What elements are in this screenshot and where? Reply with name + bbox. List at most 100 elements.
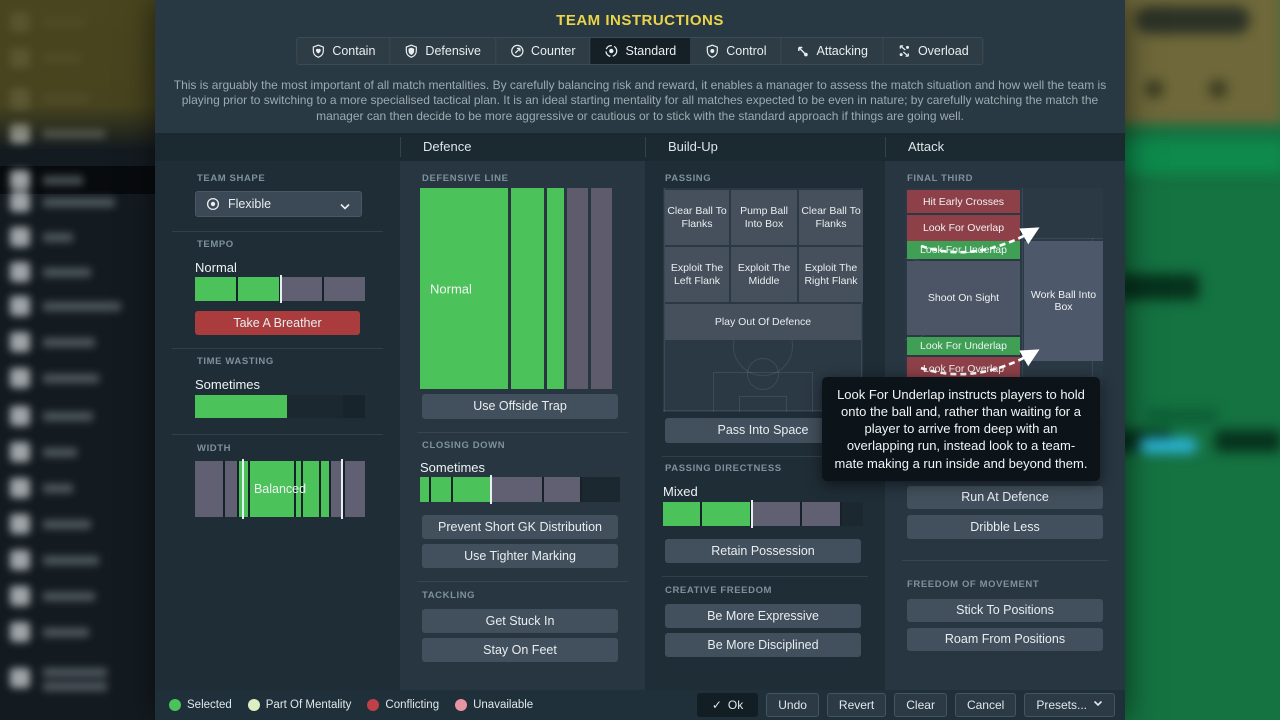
team-column: TEAM SHAPE Flexible TEMPO Normal: [155, 161, 400, 690]
ok-label: Ok: [728, 694, 743, 716]
time-wasting-bar[interactable]: [195, 395, 365, 418]
width-value: Balanced: [195, 461, 365, 517]
attack-header: Attack: [908, 139, 944, 154]
zone-play-out-of-defence[interactable]: Play Out Of Defence: [665, 304, 861, 340]
tab-defensive[interactable]: Defensive: [390, 38, 496, 64]
zone-clear-ball-left[interactable]: Clear Ball To Flanks: [665, 190, 729, 245]
tempo-bar[interactable]: [195, 277, 365, 301]
conflicting-dot-icon: [367, 699, 379, 711]
screen: TEAM INSTRUCTIONS Contain Defensive Coun…: [0, 0, 1280, 720]
defensive-line-value: Normal: [430, 281, 472, 296]
ok-button[interactable]: ✓ Ok: [697, 693, 758, 717]
unavailable-dot-icon: [455, 699, 467, 711]
retain-possession-button[interactable]: Retain Possession: [665, 539, 861, 563]
zone-look-for-underlap-bottom[interactable]: Look For Underlap: [907, 337, 1020, 355]
zone-exploit-middle[interactable]: Exploit The Middle: [731, 247, 797, 302]
defensive-line-label: DEFENSIVE LINE: [422, 173, 509, 184]
tab-contain[interactable]: Contain: [297, 38, 390, 64]
defensive-icon: [404, 44, 418, 58]
pitch-blur: [1125, 0, 1280, 720]
control-icon: [705, 44, 719, 58]
zone-shoot-on-sight[interactable]: Shoot On Sight: [907, 261, 1020, 335]
presets-button[interactable]: Presets...: [1024, 693, 1115, 717]
tab-standard[interactable]: Standard: [590, 38, 691, 64]
zone-work-ball-into-box[interactable]: Work Ball Into Box: [1024, 241, 1103, 361]
use-tighter-marking-button[interactable]: Use Tighter Marking: [422, 544, 618, 568]
tab-label: Overload: [918, 44, 969, 58]
run-at-defence-button[interactable]: Run At Defence: [907, 486, 1103, 509]
mentality-tabs: Contain Defensive Counter Standard: [296, 37, 983, 65]
overload-icon: [897, 44, 911, 58]
team-shape-dropdown[interactable]: Flexible: [195, 191, 362, 217]
attacking-icon: [796, 44, 810, 58]
width-bar[interactable]: Balanced: [195, 461, 365, 517]
team-shape-icon: [206, 197, 220, 211]
tab-attacking[interactable]: Attacking: [782, 38, 883, 64]
legend-part-of-mentality: Part Of Mentality: [248, 699, 352, 711]
contain-icon: [311, 44, 325, 58]
stick-to-positions-button[interactable]: Stick To Positions: [907, 599, 1103, 622]
revert-button[interactable]: Revert: [827, 693, 886, 717]
sidebar-top-tint: [0, 0, 155, 150]
creative-freedom-label: CREATIVE FREEDOM: [665, 585, 772, 596]
closing-down-bar[interactable]: [420, 477, 620, 502]
freedom-of-movement-label: FREEDOM OF MOVEMENT: [907, 579, 1039, 590]
be-more-expressive-button[interactable]: Be More Expressive: [665, 604, 861, 628]
take-a-breather-button[interactable]: Take A Breather: [195, 311, 360, 335]
defence-column: DEFENSIVE LINE Normal Use Offside Trap C…: [400, 161, 645, 690]
passing-directness-bar[interactable]: [663, 502, 863, 526]
zone-hit-early-crosses[interactable]: Hit Early Crosses: [907, 190, 1020, 213]
build-up-header: Build-Up: [668, 139, 718, 154]
be-more-disciplined-button[interactable]: Be More Disciplined: [665, 633, 861, 657]
dribble-less-button[interactable]: Dribble Less: [907, 515, 1103, 539]
legend-unavailable: Unavailable: [455, 699, 533, 711]
standard-icon: [604, 44, 618, 58]
background-pitch: [1125, 0, 1280, 720]
closing-down-value: Sometimes: [420, 460, 485, 475]
mentality-description: This is arguably the most important of a…: [170, 78, 1110, 124]
tab-label: Standard: [625, 44, 676, 58]
zone-exploit-left[interactable]: Exploit The Left Flank: [665, 247, 729, 302]
passing-label: PASSING: [665, 173, 711, 184]
defensive-line-chart[interactable]: Normal: [420, 188, 618, 389]
get-stuck-in-button[interactable]: Get Stuck In: [422, 609, 618, 633]
tab-label: Contain: [332, 44, 375, 58]
selected-dot-icon: [169, 699, 181, 711]
closing-down-label: CLOSING DOWN: [422, 440, 505, 451]
zone-clear-ball-right[interactable]: Clear Ball To Flanks: [799, 190, 863, 245]
chevron-down-icon: [1093, 694, 1103, 716]
time-wasting-label: TIME WASTING: [197, 356, 274, 367]
use-offside-trap-button[interactable]: Use Offside Trap: [422, 394, 618, 419]
prevent-short-gk-button[interactable]: Prevent Short GK Distribution: [422, 515, 618, 539]
look-for-underlap-tooltip: Look For Underlap instructs players to h…: [822, 377, 1100, 481]
tab-control[interactable]: Control: [691, 38, 781, 64]
tab-label: Defensive: [425, 44, 481, 58]
tab-counter[interactable]: Counter: [496, 38, 590, 64]
column-headers: Defence Build-Up Attack: [155, 133, 1125, 161]
team-instructions-dialog: TEAM INSTRUCTIONS Contain Defensive Coun…: [155, 0, 1125, 720]
passing-directness-label: PASSING DIRECTNESS: [665, 463, 782, 474]
tempo-value: Normal: [195, 260, 237, 275]
zone-pump-ball[interactable]: Pump Ball Into Box: [731, 190, 797, 245]
cancel-button[interactable]: Cancel: [955, 693, 1016, 717]
zone-look-for-overlap-top[interactable]: Look For Overlap: [907, 215, 1020, 241]
legend-conflicting: Conflicting: [367, 699, 439, 711]
tab-overload[interactable]: Overload: [883, 38, 983, 64]
dialog-footer: Selected Part Of Mentality Conflicting U…: [155, 690, 1125, 720]
zone-exploit-right[interactable]: Exploit The Right Flank: [799, 247, 863, 302]
passing-zones-row1: Clear Ball To Flanks Pump Ball Into Box …: [665, 190, 863, 245]
tempo-label: TEMPO: [197, 239, 234, 250]
tackling-label: TACKLING: [422, 590, 475, 601]
tab-label: Counter: [531, 44, 575, 58]
legend-label: Conflicting: [385, 699, 439, 711]
stay-on-feet-button[interactable]: Stay On Feet: [422, 638, 618, 662]
clear-button[interactable]: Clear: [894, 693, 947, 717]
legend: Selected Part Of Mentality Conflicting U…: [169, 690, 533, 720]
zone-look-for-underlap-top[interactable]: Look For Underlap: [907, 241, 1020, 259]
width-label: WIDTH: [197, 443, 231, 454]
roam-from-positions-button[interactable]: Roam From Positions: [907, 628, 1103, 651]
legend-label: Unavailable: [473, 699, 533, 711]
team-shape-value: Flexible: [228, 197, 271, 211]
undo-button[interactable]: Undo: [766, 693, 819, 717]
chevron-down-icon: [339, 197, 351, 221]
